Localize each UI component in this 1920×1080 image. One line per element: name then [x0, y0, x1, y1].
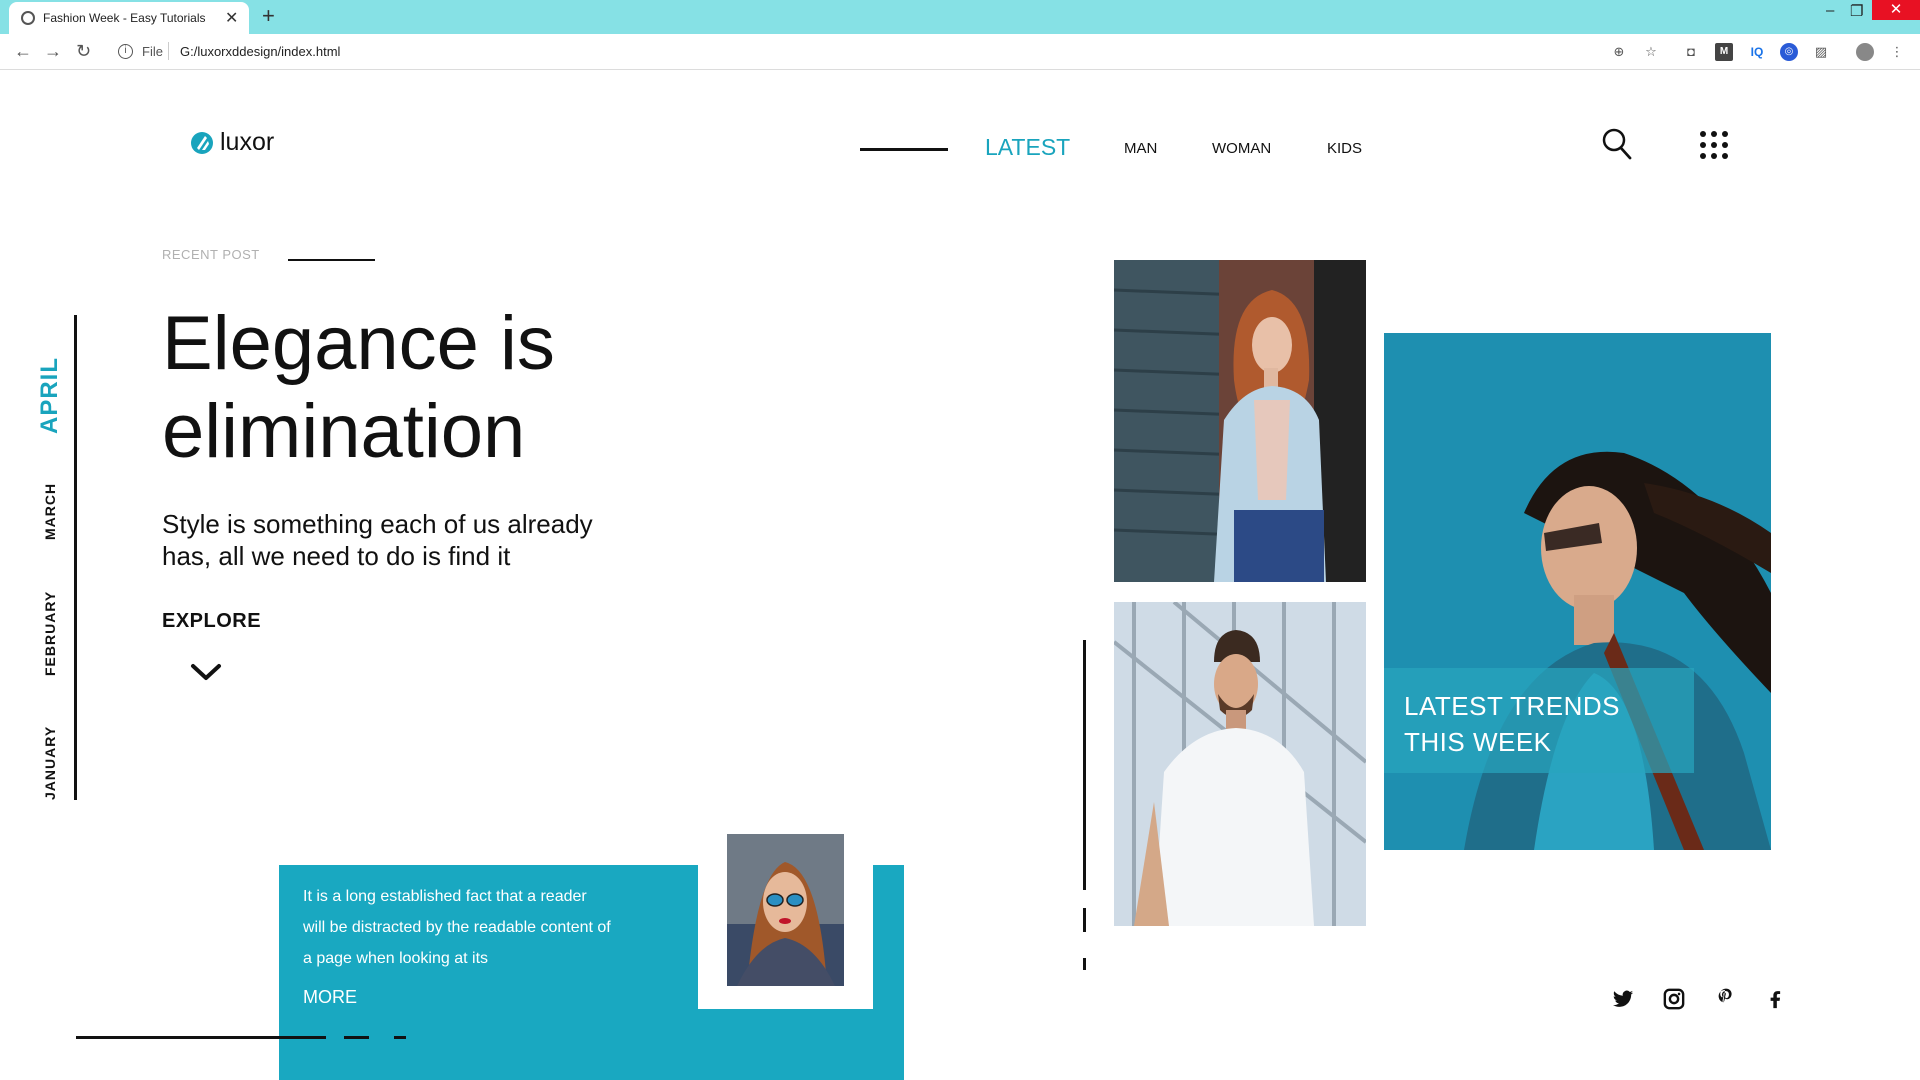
- twitter-icon[interactable]: [1612, 988, 1634, 1010]
- nav-kids[interactable]: KIDS: [1327, 140, 1362, 157]
- latest-trends-overlay[interactable]: LATEST TRENDS THIS WEEK: [1384, 668, 1694, 773]
- hero-subtitle-line-2: has, all we need to do is find it: [162, 541, 511, 571]
- recent-post-label: RECENT POST: [162, 247, 260, 262]
- search-icon[interactable]: [1602, 128, 1632, 160]
- chevron-down-icon[interactable]: [190, 662, 222, 682]
- gallery-line-mid: [1083, 908, 1086, 932]
- month-february[interactable]: FEBRUARY: [42, 591, 58, 676]
- logo-text: luxor: [220, 128, 275, 156]
- browser-menu-icon[interactable]: ⋮: [1888, 43, 1906, 61]
- gallery-line-short: [1083, 958, 1086, 970]
- camera-icon[interactable]: ◘: [1682, 43, 1700, 61]
- hero-subtitle: Style is something each of us already ha…: [162, 508, 682, 572]
- gallery-line-long: [1083, 640, 1086, 890]
- more-link[interactable]: MORE: [303, 987, 357, 1008]
- hero-title: Elegance is elimination: [162, 300, 722, 476]
- month-january[interactable]: JANUARY: [42, 726, 58, 800]
- reload-icon[interactable]: ↻: [76, 41, 91, 62]
- app-grid-icon[interactable]: [1700, 131, 1728, 159]
- trends-line-1: LATEST TRENDS: [1404, 691, 1620, 721]
- browser-tabbar: Fashion Week - Easy Tutorials ✕ + – ❐ ✕: [0, 0, 1920, 34]
- bottom-line-long: [76, 1036, 326, 1039]
- bookmark-star-icon[interactable]: ☆: [1642, 43, 1660, 61]
- card-text: It is a long established fact that a rea…: [303, 881, 663, 974]
- facebook-icon[interactable]: [1764, 988, 1786, 1010]
- browser-toolbar: ← → ↻ i File G:/luxorxddesign/index.html…: [0, 34, 1920, 70]
- card-text-line-3: a page when looking at its: [303, 950, 489, 967]
- explore-button[interactable]: EXPLORE: [162, 610, 261, 633]
- hero-title-line-2: elimination: [162, 389, 526, 474]
- info-icon[interactable]: i: [118, 44, 133, 59]
- nav-divider-line: [860, 148, 948, 151]
- card-thumbnail-image[interactable]: [727, 834, 844, 986]
- forward-arrow-icon[interactable]: →: [44, 41, 62, 62]
- zoom-icon[interactable]: ⊕: [1610, 43, 1628, 61]
- card-text-line-1: It is a long established fact that a rea…: [303, 888, 587, 905]
- extension-m-icon[interactable]: M: [1715, 43, 1733, 61]
- photo-man-white-polo[interactable]: [1114, 602, 1366, 926]
- minimize-window-icon[interactable]: –: [1826, 2, 1834, 19]
- globe-icon: [21, 11, 35, 25]
- close-tab-icon[interactable]: ✕: [225, 8, 238, 28]
- extension-puzzle-icon[interactable]: ▨: [1812, 43, 1830, 61]
- months-timeline-line: [74, 315, 77, 800]
- hero-subtitle-line-1: Style is something each of us already: [162, 509, 593, 539]
- bottom-line-short: [394, 1036, 406, 1039]
- bottom-line-mid: [344, 1036, 369, 1039]
- instagram-icon[interactable]: [1663, 988, 1685, 1010]
- pinterest-icon[interactable]: [1714, 988, 1736, 1010]
- logo-mark-icon: [191, 131, 213, 154]
- extension-iq-icon[interactable]: IQ: [1748, 43, 1766, 61]
- nav-woman[interactable]: WOMAN: [1212, 140, 1271, 157]
- recent-post-line: [288, 259, 375, 261]
- profile-avatar-icon[interactable]: [1856, 43, 1874, 61]
- address-bar-input[interactable]: G:/luxorxddesign/index.html: [180, 44, 340, 59]
- url-divider: [168, 42, 169, 60]
- tab-title: Fashion Week - Easy Tutorials: [43, 11, 206, 25]
- extension-circle-icon[interactable]: ◎: [1780, 43, 1798, 61]
- new-tab-button[interactable]: +: [262, 3, 275, 29]
- card-text-line-2: will be distracted by the readable conte…: [303, 919, 611, 936]
- browser-tab[interactable]: Fashion Week - Easy Tutorials ✕: [9, 2, 249, 34]
- back-arrow-icon[interactable]: ←: [14, 41, 32, 62]
- photo-woman-denim-jacket[interactable]: [1114, 260, 1366, 582]
- latest-trends-text: LATEST TRENDS THIS WEEK: [1404, 688, 1620, 760]
- restore-window-icon[interactable]: ❐: [1850, 2, 1863, 20]
- nav-latest[interactable]: LATEST: [985, 134, 1070, 161]
- close-window-button[interactable]: ✕: [1872, 0, 1920, 20]
- month-march[interactable]: MARCH: [42, 483, 58, 540]
- url-scheme: File: [142, 44, 163, 59]
- trends-line-2: THIS WEEK: [1404, 727, 1552, 757]
- hero-title-line-1: Elegance is: [162, 301, 555, 386]
- site-logo[interactable]: luxor: [190, 128, 274, 157]
- month-april[interactable]: APRIL: [36, 357, 64, 434]
- nav-man[interactable]: MAN: [1124, 140, 1157, 157]
